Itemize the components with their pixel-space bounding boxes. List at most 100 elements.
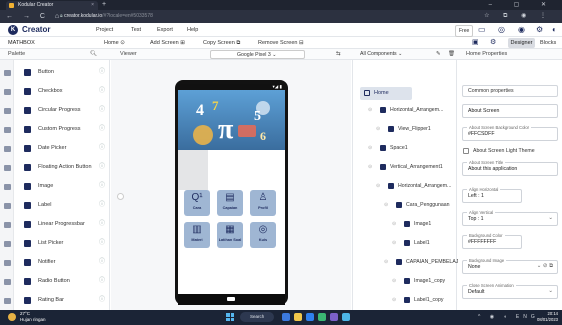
help-icon[interactable]: ⓘ xyxy=(99,83,105,100)
settings-icon[interactable]: ⚙ xyxy=(536,24,543,36)
palette-item[interactable]: Radio Button ⓘ xyxy=(16,273,108,290)
weather-widget[interactable]: 27°C Hujan ringan xyxy=(20,311,46,323)
palette-category-icon[interactable] xyxy=(4,279,11,285)
menu-help[interactable]: Help xyxy=(187,24,198,36)
menu-tile-button[interactable]: ▥ Materi xyxy=(184,222,210,248)
help-icon[interactable]: ⓘ xyxy=(99,273,105,290)
collapse-toggle-icon[interactable]: ⊝ xyxy=(376,175,380,197)
palette-category-icon[interactable] xyxy=(4,241,11,247)
copy-screen-button[interactable]: Copy Screen ⧉ xyxy=(203,37,240,49)
gear-icon[interactable]: ⚙ xyxy=(490,37,496,49)
browser-nav-buttons[interactable]: ← → C ⌂ xyxy=(6,10,63,23)
about-bg-color-field[interactable]: About Screen Background Color #FFCSDFF xyxy=(462,125,558,141)
help-icon[interactable]: ⓘ xyxy=(99,159,105,176)
palette-item[interactable]: Rating Bar ⓘ xyxy=(16,292,108,309)
plan-badge[interactable]: Free xyxy=(455,25,474,37)
help-icon[interactable]: ⓘ xyxy=(99,292,105,309)
search-icon[interactable]: 🔍︎ xyxy=(90,49,97,60)
menu-tile-button[interactable]: ▤ Capaian xyxy=(217,190,243,216)
new-tab-button[interactable]: + xyxy=(102,0,106,10)
help-icon[interactable]: ⓘ xyxy=(99,121,105,138)
mail-icon[interactable] xyxy=(306,313,314,321)
device-select[interactable]: Google Pixel 3 ⌄ xyxy=(210,50,305,59)
component-tree-item[interactable]: ⊝ Label1_copy xyxy=(390,289,452,311)
remove-screen-button[interactable]: Remove Screen ⊟ xyxy=(258,37,304,49)
help-icon[interactable]: ⓘ xyxy=(99,254,105,271)
align-horizontal-select[interactable]: Align Horizontal Left : 1 xyxy=(462,187,522,203)
delete-icon[interactable]: 🗑︎ xyxy=(448,49,455,60)
palette-item[interactable]: List Picker ⓘ xyxy=(16,235,108,252)
url-field[interactable]: 🔒︎ creator.kodular.io/#?locale=en#503357… xyxy=(60,12,500,21)
store-icon[interactable]: ◉ xyxy=(518,24,525,36)
companion-icon[interactable]: ▭ xyxy=(478,24,486,36)
tab-close-icon[interactable]: × xyxy=(91,1,94,10)
background-color-field[interactable]: Background Color #FFFFFFFF xyxy=(462,233,522,249)
about-screen-field[interactable]: About Screen xyxy=(462,104,558,118)
palette-category-icon[interactable] xyxy=(4,165,11,171)
help-icon[interactable]: ⓘ xyxy=(99,140,105,157)
help-icon[interactable]: ⓘ xyxy=(99,235,105,252)
menu-tile-button[interactable]: ♙ Profil xyxy=(250,190,276,216)
about-title-field[interactable]: About Screen Title About this application xyxy=(462,160,558,176)
light-theme-checkbox[interactable] xyxy=(463,148,469,154)
blocks-button[interactable]: Blocks xyxy=(540,37,556,49)
edit-icon[interactable]: ✎ xyxy=(436,49,441,60)
file-explorer-icon[interactable] xyxy=(294,313,302,321)
palette-category-icon[interactable] xyxy=(4,203,11,209)
palette-item[interactable]: Linear Progressbar ⓘ xyxy=(16,216,108,233)
background-image-select[interactable]: Background Image None ⌄ ⊘ ⧉ xyxy=(462,258,558,274)
edge-icon[interactable] xyxy=(318,313,326,321)
window-controls[interactable]: – ▢ ✕ xyxy=(489,0,556,10)
taskbar-clock[interactable]: 20:14 08/01/2023 xyxy=(536,311,558,323)
help-icon[interactable]: ⓘ xyxy=(99,64,105,81)
taskbar-search[interactable]: Search xyxy=(240,312,274,322)
designer-button[interactable]: Designer xyxy=(508,38,535,48)
palette-item[interactable]: Floating Action Button ⓘ xyxy=(16,159,108,176)
common-properties-select[interactable]: Common properties xyxy=(462,85,558,97)
palette-category-icon[interactable] xyxy=(4,89,11,95)
toggle-view-icon[interactable]: ⇆ xyxy=(336,49,341,60)
browser-tab[interactable]: Kodular Creator × xyxy=(6,1,98,10)
align-vertical-select[interactable]: Align Vertical Top : 1 ⌄ xyxy=(462,210,558,226)
task-view-icon[interactable] xyxy=(282,313,290,321)
menu-export[interactable]: Export xyxy=(157,24,173,36)
account-icon[interactable]: ◐ xyxy=(552,24,557,36)
image-actions-icon[interactable]: ⌄ ⊘ ⧉ xyxy=(537,263,553,270)
menu-tile-button[interactable]: ◎ Kuis xyxy=(250,222,276,248)
help-icon[interactable]: ⓘ xyxy=(99,102,105,119)
palette-item[interactable]: Checkbox ⓘ xyxy=(16,83,108,100)
collapse-toggle-icon[interactable]: ⊝ xyxy=(368,99,372,121)
close-animation-select[interactable]: Close Screen Animation Default ⌄ xyxy=(462,283,558,299)
palette-category-icon[interactable] xyxy=(4,70,11,76)
store-app-icon[interactable] xyxy=(330,313,338,321)
palette-category-icon[interactable] xyxy=(4,127,11,133)
add-screen-button[interactable]: Add Screen ⊞ xyxy=(150,37,185,49)
help-icon[interactable]: ⓘ xyxy=(99,216,105,233)
palette-category-icon[interactable] xyxy=(4,184,11,190)
help-icon[interactable]: ⓘ xyxy=(99,197,105,214)
system-tray[interactable]: ^ ◉ ◖ ENG xyxy=(478,311,539,324)
palette-item[interactable]: Button ⓘ xyxy=(16,64,108,81)
palette-item[interactable]: Date Picker ⓘ xyxy=(16,140,108,157)
assets-icon[interactable]: ▣ xyxy=(472,37,479,49)
windows-start-icon[interactable] xyxy=(226,313,234,321)
menu-test[interactable]: Test xyxy=(131,24,141,36)
menu-tile-button[interactable]: ▦ Latihan Soal xyxy=(217,222,243,248)
collapse-toggle-icon[interactable]: ⊝ xyxy=(384,194,388,216)
screen-select[interactable]: Home ⊙ xyxy=(104,37,125,49)
palette-category-icon[interactable] xyxy=(4,298,11,304)
palette-item[interactable]: Notifier ⓘ xyxy=(16,254,108,271)
palette-category-icon[interactable] xyxy=(4,146,11,152)
palette-item[interactable]: Circular Progress ⓘ xyxy=(16,102,108,119)
components-filter-select[interactable]: All Components ⌄ xyxy=(360,50,430,59)
palette-category-icon[interactable] xyxy=(4,222,11,228)
browser-app-icon[interactable] xyxy=(342,313,350,321)
menu-project[interactable]: Project xyxy=(96,24,113,36)
collapse-toggle-icon[interactable]: ⊝ xyxy=(384,251,388,273)
palette-item[interactable]: Label ⓘ xyxy=(16,197,108,214)
collapse-toggle-icon[interactable]: ⊝ xyxy=(368,156,372,178)
gallery-icon[interactable]: ◎ xyxy=(498,24,505,36)
palette-item[interactable]: Custom Progress ⓘ xyxy=(16,121,108,138)
palette-item[interactable]: Image ⓘ xyxy=(16,178,108,195)
collapse-toggle-icon[interactable]: ⊝ xyxy=(392,289,396,311)
